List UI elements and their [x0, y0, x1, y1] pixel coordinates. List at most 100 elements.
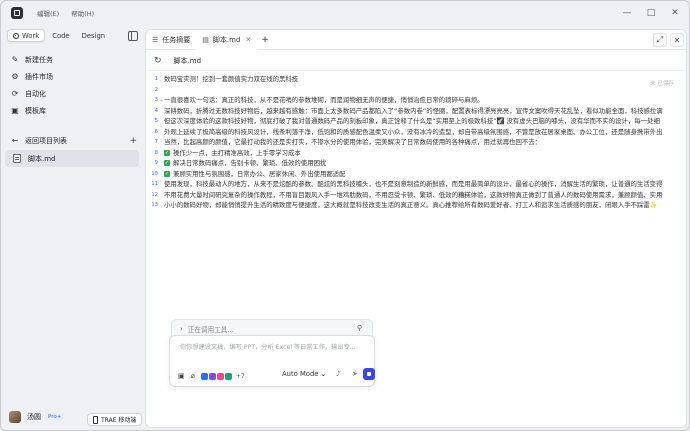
app-icon-2[interactable] — [208, 372, 216, 380]
line-number: 13 — [151, 202, 158, 208]
line-number: 3 — [154, 97, 158, 103]
work-mode-icon — [13, 32, 19, 39]
app-logo-icon — [11, 7, 23, 19]
sidebar-item-label: 新建任务 — [25, 55, 53, 64]
phone-icon — [93, 415, 98, 424]
puzzle-icon: ⚙ — [11, 71, 19, 81]
sidebar-item-automation[interactable]: ⟳ 自动化 — [7, 85, 141, 102]
line-content: 当然，比起高颜的颜值，它最打动我的还是实打实，不掺水分的使用体验，完美解决了日常… — [164, 138, 542, 146]
maximize-button[interactable]: □ — [639, 5, 663, 21]
context-icon[interactable]: ▣ — [178, 372, 185, 380]
line-content: 外观上延续了极简高级的科技风设计，线条利落干净，低饱和的质感配色温柔又小众，没有… — [164, 127, 663, 136]
line-text: 但这次深度体验的这款科技好物，彻底打破了我对普通数码产品的刻板印象，真正诠释了什… — [164, 116, 686, 127]
microphone-icon[interactable]: ♪ — [336, 370, 340, 378]
tool-status-text: 正在调用工具... — [187, 325, 234, 334]
line-text: 外观上延续了极简高级的科技风设计，线条利落干净，低饱和的质感配色温柔又小众，没有… — [164, 127, 686, 138]
stop-icon — [367, 372, 371, 376]
menu-edit[interactable]: 编辑(E) — [37, 8, 59, 18]
editor-lines: 1 数码宝实测！挖到一套颜值实力双在线的黑科技 2 3 ⌄ 一直很喜欢一句话：真正的科技，… — [146, 74, 686, 211]
editor-line: 12 不用花费大量时间研究复杂的操作教程，不用盲目跟风入手一堆鸡肋数码，不用忍受卡… — [146, 190, 686, 201]
close-panel-icon[interactable]: ✕ — [670, 33, 684, 47]
expand-icon[interactable]: ⤢ — [653, 33, 667, 47]
app-icon-3[interactable] — [216, 372, 224, 380]
editor-line: 7 当然，比起高颜的颜值，它最打动我的还是实打实，不掺水分的使用体验，完美解决了日… — [146, 137, 686, 148]
line-text: 小小的数码好物，却能悄悄提升生活的精致度与便捷度，这大概就是科技改变生活的真正意… — [164, 200, 686, 211]
line-text: ✓ 操作少一点，主打精准高效，上手零学习成本 — [164, 148, 686, 159]
menu-help[interactable]: 帮助(H) — [71, 8, 94, 18]
line-number: 7 — [154, 139, 158, 145]
editor-line: 6 外观上延续了极简高级的科技风设计，线条利落干净，低饱和的质感配色温柔又小众，没… — [146, 127, 686, 138]
line-number: 6 — [154, 128, 158, 135]
document-icon: ▤ — [202, 35, 209, 44]
prompt-input[interactable]: 你你想建设文稿，编写 PPT，分析 Excel 等日常工作，输出专... — [180, 342, 366, 351]
line-number: 12 — [151, 191, 158, 198]
mobile-app-button[interactable]: TRAE 移动端 — [87, 413, 143, 426]
line-number: 4 — [154, 107, 158, 114]
line-text: ✓ 兼顾实用性与氛围感，日常办公、居家休闲、外出使用都适配 — [164, 169, 686, 180]
sidebar-item-label: 模板库 — [25, 106, 46, 115]
more-tools-count[interactable]: +7 — [236, 373, 245, 380]
sidebar-toggle-icon[interactable] — [128, 31, 138, 41]
panel-tools: ⤢ ✕ — [653, 33, 684, 47]
sidebar-item-new-task[interactable]: ✎ 新建任务 — [7, 51, 141, 68]
stop-button[interactable] — [363, 368, 375, 380]
minimize-button[interactable]: — — [615, 5, 639, 21]
pin-icon[interactable]: ⚲ — [357, 324, 362, 332]
close-tab-icon[interactable]: ✕ — [245, 36, 251, 44]
editor-line: 9 ✓ 解决日常数码痛点，告别卡顿、繁琐、低效的使用困扰 — [146, 158, 686, 169]
app-icon-1[interactable] — [200, 372, 208, 380]
mode-tab-code[interactable]: Code — [47, 29, 74, 42]
editor-line: 10 ✓ 兼顾实用性与氛围感，日常办公、居家休闲、外出使用都适配 — [146, 169, 686, 180]
tab-script-md[interactable]: ▤ 脚本.md ✕ — [196, 30, 258, 50]
editor-line: 11 使用发现，科技最动人的地方，从来不是炫酷的参数、酷炫的黑科技噱头，也不是刻意… — [146, 179, 686, 190]
file-item[interactable]: 脚本.md — [5, 150, 139, 167]
arrow-left-icon: ← — [11, 136, 19, 145]
line-number: 1 — [154, 76, 158, 82]
edit-icon: ✎ — [11, 54, 19, 64]
fold-chevron-icon[interactable]: ⌄ — [159, 95, 163, 106]
back-to-projects[interactable]: ← 返回项目列表 + — [7, 133, 141, 149]
template-icon: ▣ — [11, 105, 19, 115]
user-name: 汤圆 — [27, 413, 41, 421]
tab-bar: ☰ 任务摘要 ▤ 脚本.md ✕ + ⤢ ✕ — [146, 30, 686, 50]
editor-line: 3 ⌄ 一直很喜欢一句话：真正的科技，从不是花哨的参数堆砌，而是润物细无声的便捷，悄… — [146, 95, 686, 106]
mode-tab-label: Code — [52, 31, 70, 40]
add-file-icon[interactable]: + — [129, 136, 137, 146]
mode-tab-work[interactable]: Work — [7, 29, 46, 42]
line-text: 不用花费大量时间研究复杂的操作教程，不用盲目跟风入手一堆鸡肋数码，不用忍受卡顿、… — [164, 190, 686, 201]
editor-line: 2 — [146, 85, 686, 96]
mobile-app-label: TRAE 移动端 — [101, 417, 137, 424]
document-icon — [13, 154, 21, 163]
mode-tab-label: Work — [22, 31, 40, 40]
sidebar-nav: ✎ 新建任务 ⚙ 插件市场 ⟳ 自动化 ▣ 模板库 — [7, 51, 141, 119]
line-number: 11 — [151, 181, 158, 187]
sidebar-item-plugin-market[interactable]: ⚙ 插件市场 — [7, 68, 141, 85]
sidebar-item-templates[interactable]: ▣ 模板库 — [7, 102, 141, 119]
line-text: 使用发现，科技最动人的地方，从来不是炫酷的参数、酷炫的黑科技噱头，也不是刻意制造… — [164, 179, 686, 190]
checkmark-icon: ✓ — [164, 170, 170, 177]
app-icon-4[interactable] — [224, 372, 232, 380]
editor-line: 8 ✓ 操作少一点，主打精准高效，上手零学习成本 — [146, 148, 686, 159]
editor-line: 1 数码宝实测！挖到一套颜值实力双在线的黑科技 — [146, 74, 686, 85]
mode-switcher: Work Code Design — [7, 29, 110, 42]
tab-task-summary[interactable]: ☰ 任务摘要 — [146, 30, 196, 50]
line-content: 兼顾实用性与氛围感，日常办公、居家休闲、外出使用都适配 — [173, 169, 346, 178]
line-content: 数码宝实测！挖到一套颜值实力双在线的黑科技 — [164, 75, 299, 83]
attach-icon[interactable]: ⌀ — [191, 372, 195, 380]
mode-selector[interactable]: Auto Mode ⌄ — [282, 370, 326, 378]
app-window: 编辑(E) 帮助(H) — □ ✕ Work Code Design ✎ 新建任… — [0, 0, 690, 431]
file-toolbar: ↻ 脚本.md — [146, 51, 686, 71]
refresh-icon[interactable]: ↻ — [154, 56, 162, 66]
new-tab-button[interactable]: + — [261, 35, 269, 45]
list-icon: ☰ — [152, 35, 159, 44]
chat-composer: 你你想建设文稿，编写 PPT，分析 Excel 等日常工作，输出专... ▣ ⌀… — [169, 335, 375, 387]
line-content: 深耕数码，折腾过无数科技好物后，越来越有感触：市面上太多数码产品都陷入了“参数内… — [164, 106, 663, 115]
send-icon[interactable]: ➤ — [352, 370, 358, 378]
line-number: 10 — [151, 170, 158, 177]
markdown-editor[interactable]: 未 已保存 1 数码宝实测！挖到一套颜值实力双在线的黑科技 2 3 ⌄ 一直很喜欢一句话：… — [146, 74, 686, 274]
checkmark-icon: ✓ — [164, 160, 170, 166]
mode-tab-design[interactable]: Design — [77, 29, 110, 42]
checkmark-icon: ✓ — [164, 149, 170, 156]
close-window-button[interactable]: ✕ — [663, 5, 687, 21]
line-content: 不用花费大量时间研究复杂的操作教程，不用盲目跟风入手一堆鸡肋数码，不用忍受卡顿、… — [164, 190, 663, 199]
